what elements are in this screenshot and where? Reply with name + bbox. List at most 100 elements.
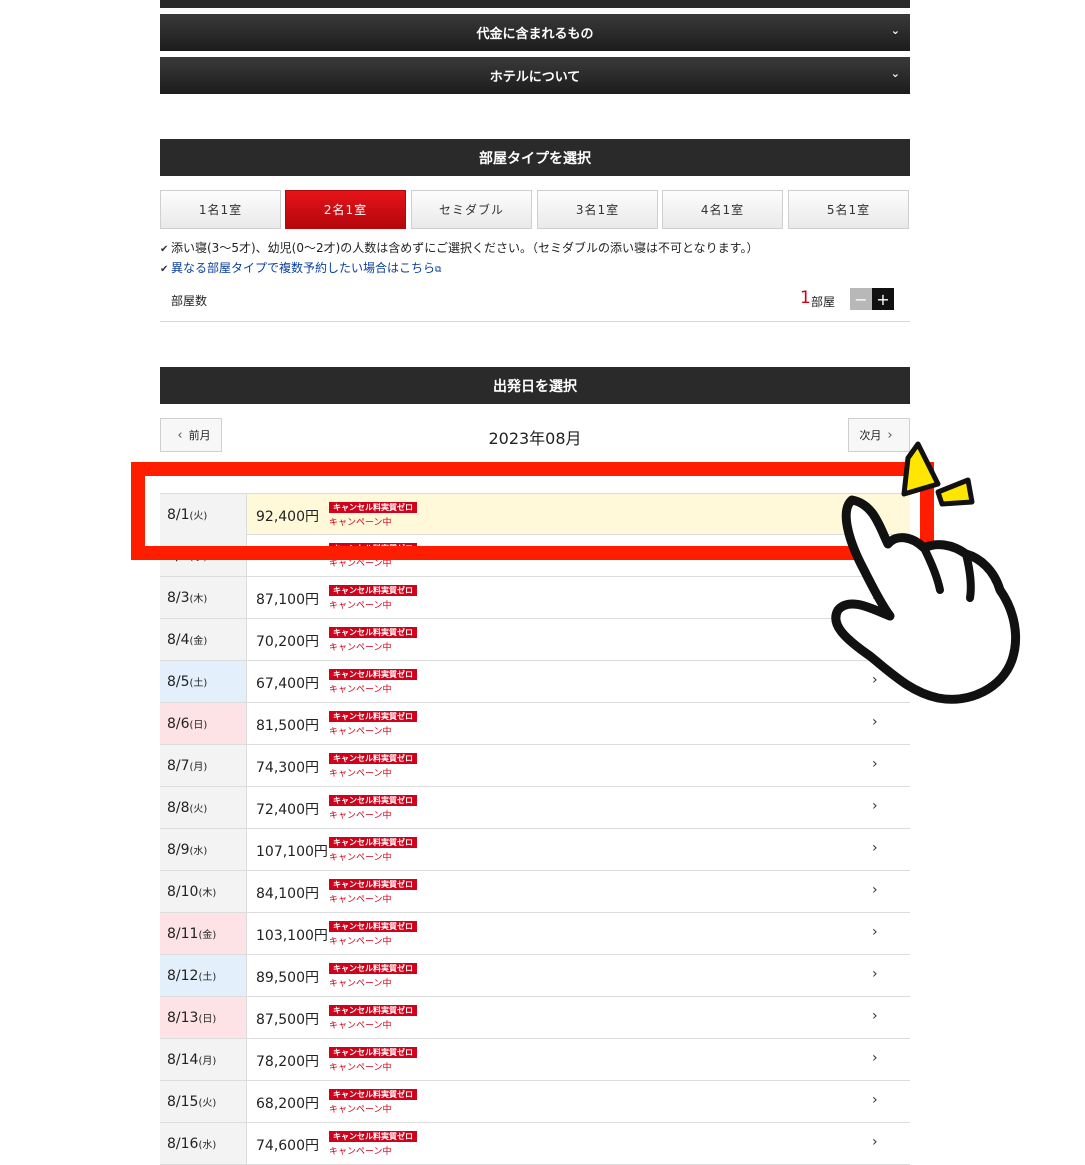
date-row[interactable]: 8/6(日) 81,500円 キャンセル料実質ゼロ キャンペーン中 › [160, 703, 910, 745]
decrement-button[interactable]: − [850, 288, 872, 310]
chevron-right-icon: › [872, 1008, 878, 1024]
day-of-week: (日) [198, 1014, 217, 1025]
campaign-label: キャンペーン中 [329, 1147, 392, 1157]
date-row[interactable]: 8/11(金) 103,100円 キャンセル料実質ゼロ キャンペーン中 › [160, 913, 910, 955]
date-cell: 8/12(土) [160, 955, 247, 996]
chevron-right-icon: › [872, 756, 878, 772]
cancel-fee-badge: キャンセル料実質ゼロ [329, 585, 417, 596]
price-value: 103,100円 [256, 928, 328, 944]
chevron-right-icon: › [872, 840, 878, 856]
cancel-fee-badge: キャンセル料実質ゼロ [329, 1005, 417, 1016]
price-value: 87,100円 [256, 592, 319, 608]
tab-five[interactable]: 5名1室 [788, 190, 909, 229]
date-value: 8/14 [167, 1052, 199, 1068]
price-value: 87,500円 [256, 1012, 319, 1028]
cancel-fee-badge: キャンセル料実質ゼロ [329, 1089, 417, 1100]
room-count-unit: 部屋 [811, 295, 836, 309]
external-window-icon: ⧉ [435, 265, 442, 275]
campaign-label: キャンペーン中 [329, 1021, 392, 1031]
date-row[interactable]: 8/8(火) 72,400円 キャンセル料実質ゼロ キャンペーン中 › [160, 787, 910, 829]
date-value: 8/8 [167, 800, 190, 816]
tab-twin[interactable]: 2名1室 [285, 190, 406, 229]
price-value: 74,300円 [256, 760, 319, 776]
day-of-week: (水) [198, 1140, 217, 1151]
accordion-hotel-info[interactable]: ホテルについて ⌄ [160, 57, 910, 94]
date-cell: 8/3(木) [160, 577, 247, 618]
date-row[interactable]: 8/15(火) 68,200円 キャンセル料実質ゼロ キャンペーン中 › [160, 1081, 910, 1123]
campaign-label: キャンペーン中 [329, 769, 392, 779]
room-count-row: 部屋数 1 部屋 − + [160, 282, 910, 322]
date-row[interactable]: 8/7(月) 74,300円 キャンセル料実質ゼロ キャンペーン中 › [160, 745, 910, 787]
chevron-right-icon: › [872, 966, 878, 982]
price-value: 74,600円 [256, 1138, 319, 1154]
accordion-price-includes[interactable]: 代金に含まれるもの ⌄ [160, 14, 910, 51]
price-value: 107,100円 [256, 844, 328, 860]
campaign-label: キャンペーン中 [329, 1105, 392, 1115]
check-icon: ✔ [160, 264, 169, 275]
departure-heading: 出発日を選択 [160, 367, 910, 404]
day-of-week: (土) [198, 972, 217, 983]
date-row[interactable]: 8/14(月) 78,200円 キャンセル料実質ゼロ キャンペーン中 › [160, 1039, 910, 1081]
day-of-week: (木) [198, 888, 217, 899]
pointing-hand-icon [831, 441, 1021, 704]
date-row[interactable]: 8/10(木) 84,100円 キャンセル料実質ゼロ キャンペーン中 › [160, 871, 910, 913]
tab-semi-double[interactable]: セミダブル [411, 190, 532, 229]
room-count-label: 部屋数 [171, 294, 208, 308]
date-value: 8/12 [167, 968, 199, 984]
campaign-badges: キャンセル料実質ゼロ キャンペーン中 [329, 963, 417, 989]
date-cell: 8/5(土) [160, 661, 247, 702]
day-of-week: (金) [198, 930, 217, 941]
check-icon: ✔ [160, 244, 169, 255]
room-count-value: 1 [800, 288, 811, 308]
campaign-badges: キャンセル料実質ゼロ キャンペーン中 [329, 879, 417, 905]
date-cell: 8/16(水) [160, 1123, 247, 1164]
multi-booking-link-text[interactable]: 異なる部屋タイプで複数予約したい場合はこちら [171, 261, 435, 275]
day-of-week: (金) [189, 636, 208, 647]
date-value: 8/7 [167, 758, 190, 774]
date-row[interactable]: 8/16(水) 74,600円 キャンセル料実質ゼロ キャンペーン中 › [160, 1123, 910, 1165]
date-row[interactable]: 8/3(木)87,100円キャンセル料実質ゼロキャンペーン中› [160, 577, 910, 619]
date-cell: 8/10(木) [160, 871, 247, 912]
tab-single[interactable]: 1名1室 [160, 190, 281, 229]
date-value: 8/9 [167, 842, 190, 858]
cancel-fee-badge: キャンセル料実質ゼロ [329, 921, 417, 932]
cancel-fee-badge: キャンセル料実質ゼロ [329, 963, 417, 974]
date-row[interactable]: 8/12(土) 89,500円 キャンセル料実質ゼロ キャンペーン中 › [160, 955, 910, 997]
room-type-heading: 部屋タイプを選択 [160, 139, 910, 176]
month-navigation: ‹ 前月 2023年08月 次月 › [160, 418, 910, 452]
increment-button[interactable]: + [872, 288, 894, 310]
child-note-text: 添い寝(3〜5才)、幼児(0〜2才)の人数は含めずにご選択ください。（セミダブル… [171, 241, 759, 255]
date-value: 8/11 [167, 926, 199, 942]
date-row[interactable]: 8/9(水) 107,100円 キャンセル料実質ゼロ キャンペーン中 › [160, 829, 910, 871]
chevron-right-icon: › [872, 1050, 878, 1066]
price-value: 84,100円 [256, 886, 319, 902]
date-cell: 8/8(火) [160, 787, 247, 828]
child-note: ✔ 添い寝(3〜5才)、幼児(0〜2才)の人数は含めずにご選択ください。（セミダブ… [160, 239, 758, 256]
campaign-badges: キャンセル料実質ゼロ キャンペーン中 [329, 753, 417, 779]
tab-triple[interactable]: 3名1室 [537, 190, 658, 229]
date-value: 8/10 [167, 884, 199, 900]
campaign-badges: キャンセル料実質ゼロ キャンペーン中 [329, 1047, 417, 1073]
date-row[interactable]: 8/13(日) 87,500円 キャンセル料実質ゼロ キャンペーン中 › [160, 997, 910, 1039]
accordion-label: 代金に含まれるもの [476, 27, 594, 42]
cancel-fee-badge: キャンセル料実質ゼロ [329, 711, 417, 722]
campaign-label: キャンペーン中 [329, 979, 392, 989]
accordion-previous[interactable] [160, 0, 910, 8]
date-row[interactable]: 8/4(金)70,200円キャンセル料実質ゼロキャンペーン中› [160, 619, 910, 661]
price-value: 81,500円 [256, 718, 319, 734]
campaign-badges: キャンセル料実質ゼロ キャンペーン中 [329, 921, 417, 947]
day-of-week: (月) [189, 762, 208, 773]
campaign-badges: キャンセル料実質ゼロ キャンペーン中 [329, 1089, 417, 1115]
chevron-right-icon: › [872, 798, 878, 814]
tab-quad[interactable]: 4名1室 [662, 190, 783, 229]
cancel-fee-badge: キャンセル料実質ゼロ [329, 753, 417, 764]
date-value: 8/5 [167, 674, 190, 690]
date-row[interactable]: 8/5(土) 67,400円 キャンセル料実質ゼロ キャンペーン中 › [160, 661, 910, 703]
price-value: 89,500円 [256, 970, 319, 986]
campaign-badges: キャンセル料実質ゼロ キャンペーン中 [329, 669, 417, 695]
date-value: 8/4 [167, 632, 190, 648]
multi-booking-link[interactable]: ✔ 異なる部屋タイプで複数予約したい場合はこちら⧉ [160, 259, 441, 276]
price-value: 68,200円 [256, 1096, 319, 1112]
date-value: 8/13 [167, 1010, 199, 1026]
price-value: 72,400円 [256, 802, 319, 818]
